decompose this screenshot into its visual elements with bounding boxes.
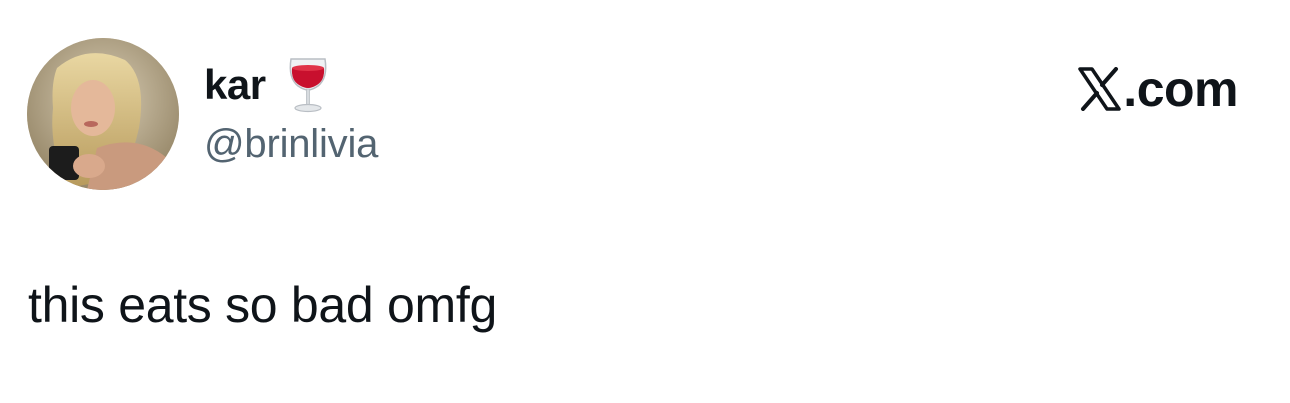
display-name[interactable]: kar (204, 61, 266, 109)
display-name-row: kar (204, 56, 330, 114)
avatar-photo (27, 38, 179, 190)
brand-watermark: .com (1077, 60, 1238, 118)
brand-domain-suffix: .com (1123, 61, 1238, 117)
avatar[interactable] (27, 38, 179, 190)
wine-glass-icon (286, 56, 330, 114)
x-logo-icon (1077, 67, 1122, 111)
tweet-text: this eats so bad omfg (28, 277, 497, 333)
user-handle[interactable]: @brinlivia (204, 122, 378, 167)
